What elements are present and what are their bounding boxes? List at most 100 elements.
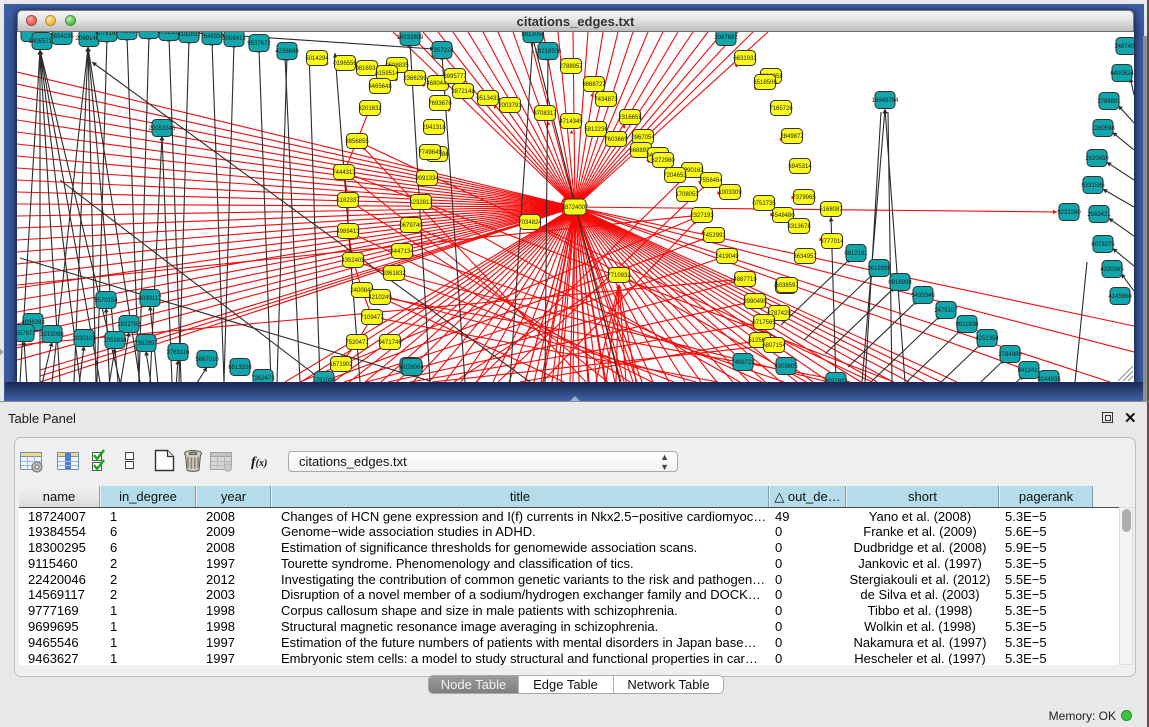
svg-text:3930103: 3930103 [72, 336, 96, 342]
svg-text:3763116: 3763116 [167, 350, 191, 356]
svg-text:6073375: 6073375 [1091, 242, 1115, 248]
svg-text:9868727: 9868727 [582, 82, 606, 88]
svg-text:6631931: 6631931 [733, 56, 757, 62]
svg-text:7165726: 7165726 [769, 106, 793, 112]
svg-text:8313678: 8313678 [787, 224, 811, 230]
svg-text:3990490: 3990490 [743, 299, 767, 305]
svg-text:9537672: 9537672 [247, 41, 271, 47]
svg-text:1708053: 1708053 [675, 192, 699, 198]
svg-text:6038597: 6038597 [775, 283, 799, 289]
svg-text:2786801: 2786801 [1097, 99, 1121, 105]
svg-text:8465648: 8465648 [368, 84, 392, 90]
svg-text:7693676: 7693676 [428, 101, 452, 107]
svg-text:1232812: 1232812 [409, 200, 433, 206]
svg-text:4210249: 4210249 [368, 295, 392, 301]
svg-text:16033809: 16033809 [397, 35, 424, 41]
svg-text:6518506: 6518506 [753, 80, 777, 86]
svg-text:9232260: 9232260 [1057, 210, 1081, 216]
svg-text:3056413: 3056413 [222, 36, 246, 42]
svg-text:0916998: 0916998 [888, 280, 912, 286]
svg-text:1822782: 1822782 [117, 322, 141, 328]
svg-text:2419049: 2419049 [715, 254, 739, 260]
svg-text:8412411: 8412411 [1018, 368, 1042, 374]
svg-text:2788957: 2788957 [559, 64, 583, 70]
svg-text:2003791: 2003791 [498, 103, 522, 109]
svg-text:2563421: 2563421 [1087, 212, 1111, 218]
svg-text:0812191: 0812191 [844, 251, 868, 257]
svg-text:7204653: 7204653 [663, 173, 687, 179]
svg-text:4330365: 4330365 [1100, 267, 1124, 273]
svg-text:1051834: 1051834 [103, 338, 127, 344]
svg-text:9911838: 9911838 [956, 322, 980, 328]
svg-text:9471746: 9471746 [378, 340, 402, 346]
svg-text:20053346: 20053346 [149, 126, 176, 132]
svg-text:6400524: 6400524 [1110, 71, 1134, 77]
svg-text:3039117: 3039117 [139, 296, 163, 302]
svg-text:4192832: 4192832 [177, 32, 201, 38]
svg-text:2849877: 2849877 [780, 134, 804, 140]
svg-text:7749649: 7749649 [418, 150, 442, 156]
svg-text:5667010: 5667010 [195, 357, 219, 363]
svg-text:9091334: 9091334 [415, 176, 439, 182]
svg-text:6159514: 6159514 [375, 71, 399, 77]
svg-text:2327193: 2327193 [690, 213, 714, 219]
svg-text:5168087: 5168087 [819, 207, 843, 213]
svg-text:5812236: 5812236 [584, 127, 608, 133]
svg-text:4251354: 4251354 [975, 336, 999, 342]
svg-text:7452991: 7452991 [702, 233, 726, 239]
svg-text:2087682: 2087682 [714, 35, 738, 41]
svg-text:0679740: 0679740 [399, 223, 423, 229]
svg-text:f(x): f(x) [251, 455, 267, 470]
svg-text:4352408: 4352408 [341, 258, 365, 264]
svg-text:19218506: 19218506 [535, 49, 562, 55]
svg-text:0196556: 0196556 [333, 61, 357, 67]
svg-text:7382997: 7382997 [134, 341, 158, 347]
svg-text:7357224: 7357224 [430, 48, 454, 54]
svg-text:2620450: 2620450 [1085, 156, 1109, 162]
svg-text:7468723: 7468723 [731, 360, 755, 366]
svg-text:3777014: 3777014 [820, 239, 844, 245]
svg-text:4989413: 4989413 [336, 229, 360, 235]
svg-text:2475107: 2475107 [934, 308, 958, 314]
svg-text:1671902: 1671902 [329, 362, 353, 368]
svg-text:7556464: 7556464 [699, 178, 723, 184]
svg-text:5331586: 5331586 [1081, 183, 1105, 189]
svg-text:3872148: 3872148 [451, 89, 475, 95]
svg-text:5014294: 5014294 [305, 56, 329, 62]
svg-text:7379965: 7379965 [792, 195, 816, 201]
svg-text:1003309: 1003309 [718, 190, 742, 196]
svg-text:4714345: 4714345 [559, 119, 583, 125]
svg-text:4657871: 4657871 [17, 331, 36, 337]
svg-text:4309805: 4309805 [774, 364, 798, 370]
svg-text:4238849: 4238849 [275, 49, 299, 55]
svg-text:3447134: 3447134 [390, 249, 414, 255]
svg-text:3619399: 3619399 [867, 266, 891, 272]
svg-text:8708317: 8708317 [533, 111, 557, 117]
svg-text:0752735: 0752735 [752, 201, 776, 207]
svg-text:6272980: 6272980 [651, 158, 675, 164]
svg-text:8813054: 8813054 [521, 32, 545, 38]
svg-text:16648784: 16648784 [872, 98, 899, 104]
svg-text:4887719: 4887719 [733, 277, 757, 283]
svg-text:7603669: 7603669 [604, 137, 628, 143]
svg-text:4145868: 4145868 [1108, 294, 1132, 300]
svg-text:3487401: 3487401 [1114, 44, 1134, 50]
svg-text:6513338: 6513338 [228, 365, 252, 371]
svg-text:6995777: 6995777 [443, 74, 467, 80]
svg-text:9570154: 9570154 [94, 298, 118, 304]
svg-text:7710932: 7710932 [607, 273, 631, 279]
svg-text:1280598: 1280598 [1091, 126, 1115, 132]
svg-text:7648350: 7648350 [200, 34, 224, 40]
svg-text:9513433: 9513433 [476, 96, 500, 102]
svg-text:9361832: 9361832 [382, 271, 406, 277]
svg-text:2316658: 2316658 [618, 115, 642, 121]
svg-text:6807154: 6807154 [762, 343, 786, 349]
svg-text:7444313: 7444313 [332, 170, 356, 176]
svg-text:0967054: 0967054 [631, 135, 655, 141]
svg-text:7109477: 7109477 [360, 315, 384, 321]
svg-text:6026064: 6026064 [400, 365, 424, 371]
svg-text:2784980: 2784980 [998, 352, 1022, 358]
svg-text:5435346: 5435346 [911, 293, 935, 299]
svg-text:7520471: 7520471 [345, 340, 369, 346]
svg-text:7034824: 7034824 [518, 220, 542, 226]
